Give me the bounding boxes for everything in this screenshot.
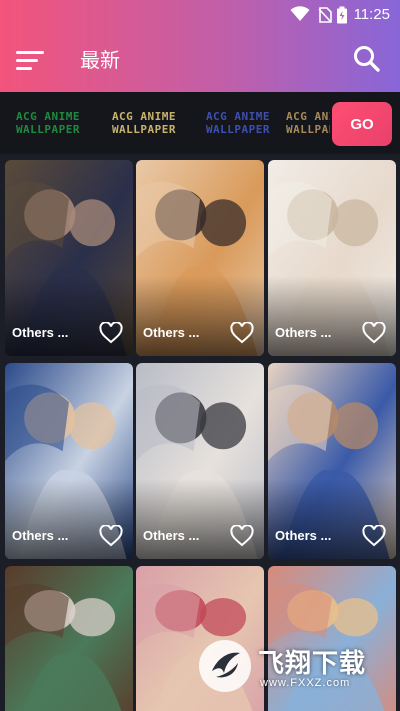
card-label: Others ...	[12, 528, 69, 543]
card-shade	[5, 479, 133, 559]
card-shade	[136, 276, 264, 356]
card-shade	[268, 479, 396, 559]
go-button[interactable]: GO	[332, 102, 392, 146]
category-line: WALLPAPER	[286, 123, 330, 136]
category-tab[interactable]: ACG ANIME WALLPAPER	[286, 110, 330, 136]
heart-icon[interactable]	[230, 322, 254, 344]
page-title: 最新	[80, 48, 120, 72]
status-time: 11:25	[353, 6, 390, 23]
card-shade	[5, 276, 133, 356]
search-button[interactable]	[352, 44, 382, 74]
menu-icon-line	[16, 59, 38, 62]
heart-icon[interactable]	[99, 525, 123, 547]
watermark-logo-icon	[199, 640, 251, 692]
wifi-icon	[290, 6, 310, 21]
art-figure	[200, 199, 247, 247]
art-figure	[332, 199, 379, 247]
category-tab[interactable]: ACG ANIME WALLPAPER	[0, 110, 96, 136]
card-label: Others ...	[12, 325, 69, 340]
status-bar: 11:25	[0, 0, 400, 30]
menu-icon-line	[16, 67, 32, 70]
category-tab[interactable]: ACG ANIME WALLPAPER	[190, 110, 286, 136]
wallpaper-card[interactable]	[5, 566, 133, 711]
category-line: ACG ANIME	[205, 110, 271, 123]
art-figure	[69, 199, 116, 247]
card-shade	[136, 479, 264, 559]
art-figure	[332, 598, 379, 637]
heart-icon[interactable]	[362, 525, 386, 547]
app-root: 11:25 最新 ACG ANIME WALLPAPER ACG ANIME W…	[0, 0, 400, 711]
category-line: WALLPAPER	[111, 123, 177, 136]
category-line: ACG ANIME	[286, 110, 330, 123]
art-figure	[69, 402, 116, 450]
wallpaper-card[interactable]: Others ...	[136, 160, 264, 356]
app-header: 11:25 最新	[0, 0, 400, 92]
search-icon	[354, 46, 380, 72]
art-figure	[200, 598, 247, 637]
category-tab[interactable]: ACG ANIME WALLPAPER	[96, 110, 192, 136]
wallpaper-card[interactable]: Others ...	[268, 363, 396, 559]
card-label: Others ...	[143, 528, 200, 543]
art-figure	[69, 598, 116, 637]
art-figure	[200, 402, 247, 450]
wallpaper-card[interactable]: Others ...	[268, 160, 396, 356]
wallpaper-image	[5, 566, 133, 711]
wallpaper-card[interactable]: Others ...	[5, 160, 133, 356]
category-line: WALLPAPER	[205, 123, 271, 136]
card-label: Others ...	[275, 325, 332, 340]
heart-icon[interactable]	[362, 322, 386, 344]
category-line: ACG ANIME	[111, 110, 177, 123]
category-strip: ACG ANIME WALLPAPER ACG ANIME WALLPAPER …	[0, 92, 400, 154]
card-label: Others ...	[143, 325, 200, 340]
watermark: 飞翔下载 www.FXXZ.com	[196, 637, 388, 697]
heart-icon[interactable]	[99, 322, 123, 344]
menu-icon	[16, 51, 44, 54]
battery-icon	[337, 6, 347, 24]
watermark-url: www.FXXZ.com	[260, 677, 351, 689]
menu-button[interactable]	[16, 48, 46, 72]
category-line: WALLPAPER	[15, 123, 81, 136]
no-sim-icon	[318, 7, 332, 23]
wallpaper-card[interactable]: Others ...	[5, 363, 133, 559]
category-line: ACG ANIME	[15, 110, 81, 123]
wallpaper-card[interactable]: Others ...	[136, 363, 264, 559]
art-figure	[332, 402, 379, 450]
watermark-text: 飞翔下载	[258, 649, 367, 679]
card-label: Others ...	[275, 528, 332, 543]
heart-icon[interactable]	[230, 525, 254, 547]
card-shade	[268, 276, 396, 356]
toolbar: 最新	[0, 36, 400, 84]
